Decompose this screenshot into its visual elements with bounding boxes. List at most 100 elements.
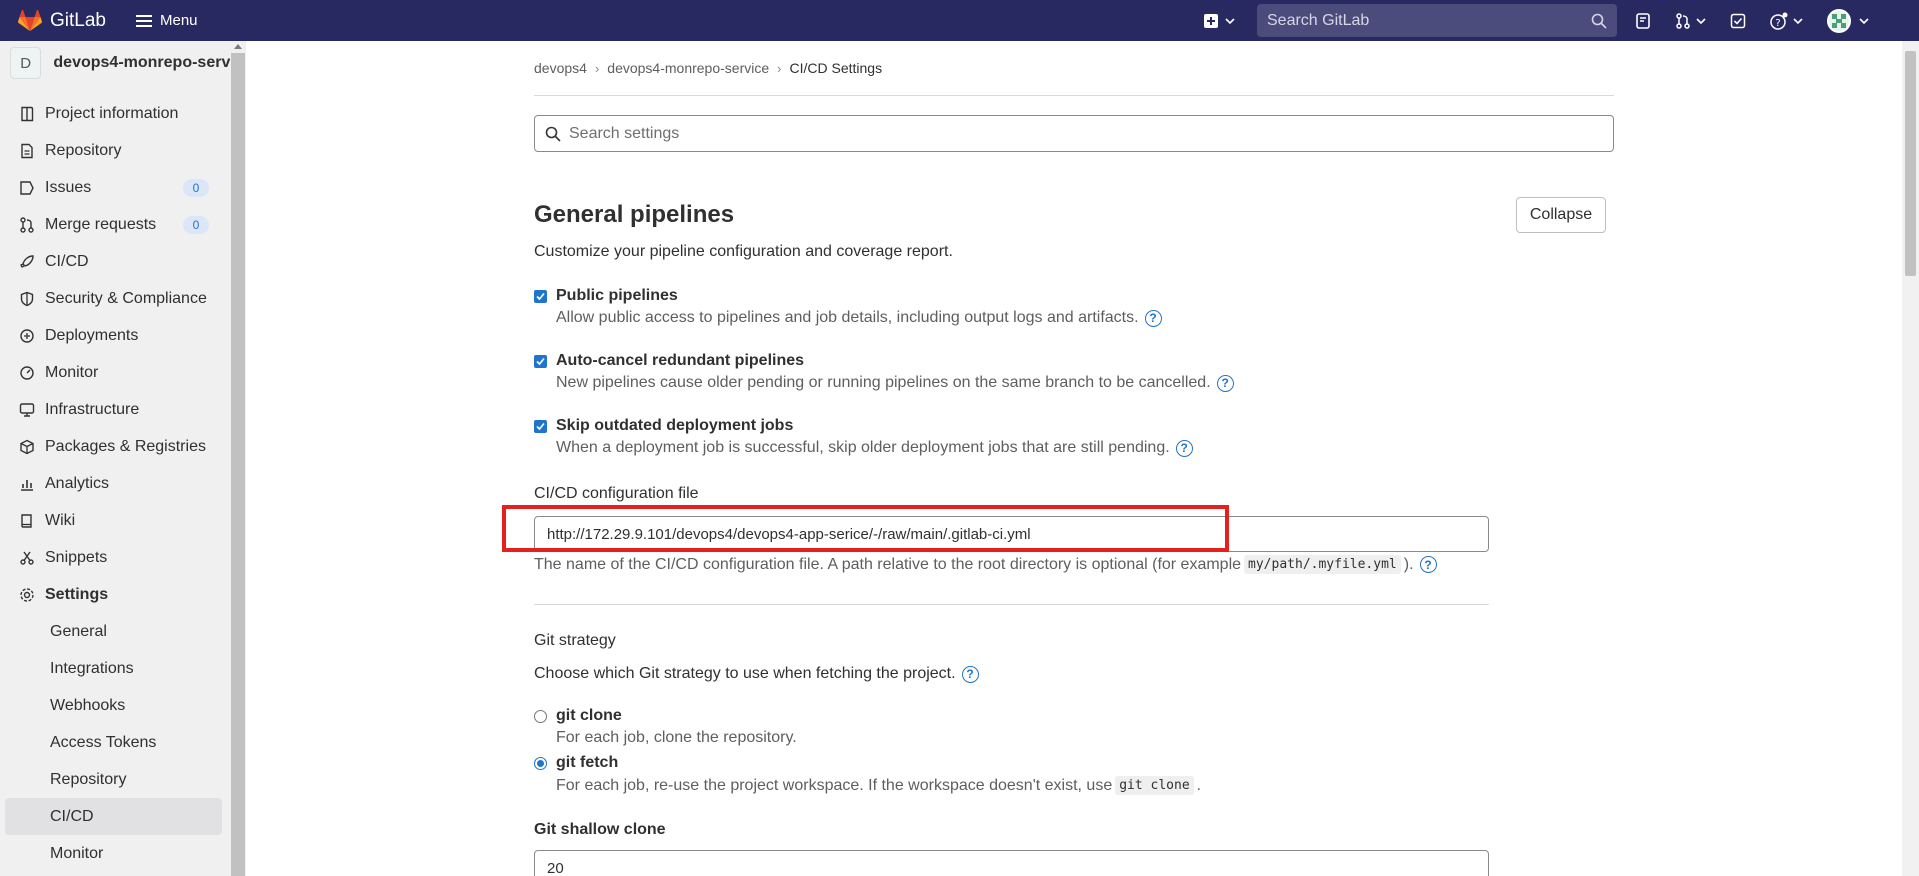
- gitlab-home-link[interactable]: GitLab: [18, 9, 106, 32]
- config-file-input[interactable]: http://172.29.9.101/devops4/devops4-app-…: [534, 516, 1489, 552]
- git-merge-icon: [1676, 12, 1690, 29]
- question-icon[interactable]: ?: [961, 665, 979, 683]
- sidebar-item-label: Packages & Registries: [45, 437, 206, 455]
- config-file-help-suffix: ).: [1403, 555, 1414, 573]
- avatar-pattern-icon: [1832, 13, 1846, 28]
- git-fetch-help: For each job, re-use the project workspa…: [556, 776, 1201, 795]
- question-icon[interactable]: ?: [1175, 439, 1193, 457]
- sidebar-subitem-ci-cd[interactable]: CI/CD: [5, 798, 222, 835]
- question-icon[interactable]: ?: [1216, 374, 1234, 392]
- sidebar-item-label: Analytics: [45, 474, 110, 492]
- issues-nav-button[interactable]: [1635, 12, 1651, 29]
- gitlab-logo-icon: [18, 9, 42, 31]
- search-settings-placeholder: Search settings: [569, 124, 680, 142]
- public-pipelines-help: Allow public access to pipelines and job…: [556, 309, 1162, 327]
- shallow-clone-input[interactable]: 20: [534, 850, 1489, 876]
- merge-requests-nav-button[interactable]: [1675, 12, 1706, 29]
- auto-cancel-label[interactable]: Auto-cancel redundant pipelines: [556, 352, 1234, 370]
- skip-outdated-label[interactable]: Skip outdated deployment jobs: [556, 417, 1193, 435]
- git-fetch-help-suffix: .: [1196, 776, 1202, 794]
- config-file-help-prefix: The name of the CI/CD configuration file…: [534, 555, 1242, 573]
- git-fetch-radio[interactable]: [534, 757, 547, 770]
- breadcrumb-group[interactable]: devops4: [534, 60, 587, 76]
- sidebar-item-merge-requests[interactable]: Merge requests 0: [0, 206, 230, 243]
- chart-icon: [21, 479, 33, 491]
- checkmark-icon: [536, 292, 545, 301]
- search-settings-input[interactable]: Search settings: [534, 115, 1614, 152]
- sidebar-item-label: Wiki: [45, 511, 76, 529]
- sidebar-item-ci-cd[interactable]: CI/CD: [0, 243, 230, 280]
- sidebar-subitem-integrations[interactable]: Integrations: [5, 650, 222, 687]
- new-dropdown-button[interactable]: [1203, 13, 1235, 29]
- shield-icon: [20, 291, 34, 306]
- project-sidebar: D devops4-monrepo-serv. Project informat…: [0, 41, 246, 876]
- breadcrumb-current[interactable]: CI/CD Settings: [789, 60, 882, 76]
- collapse-button[interactable]: Collapse: [1516, 197, 1606, 233]
- sidebar-item-settings[interactable]: Settings: [0, 576, 230, 613]
- public-pipelines-checkbox[interactable]: [534, 290, 547, 303]
- sidebar-subitem-monitor[interactable]: Monitor: [5, 835, 222, 872]
- page-scrollbar[interactable]: [1902, 41, 1919, 876]
- sidebar-subitem-general[interactable]: General: [5, 613, 222, 650]
- breadcrumb-project[interactable]: devops4-monrepo-service: [607, 60, 769, 76]
- todos-nav-button[interactable]: [1730, 13, 1746, 29]
- help-nav-button[interactable]: ?: [1770, 12, 1803, 30]
- public-pipelines-help-text: Allow public access to pipelines and job…: [556, 309, 1139, 326]
- git-fetch-label[interactable]: git fetch: [556, 754, 1201, 772]
- sidebar-item-snippets[interactable]: Snippets: [0, 539, 230, 576]
- cloud-icon: [19, 402, 35, 417]
- sidebar-item-label: Merge requests: [45, 215, 157, 233]
- section-divider: [534, 604, 1489, 605]
- git-fetch-help-prefix: For each job, re-use the project workspa…: [556, 776, 1113, 794]
- git-merge-icon: [20, 216, 34, 233]
- package-icon: [20, 439, 34, 454]
- sidebar-item-infrastructure[interactable]: Infrastructure: [0, 391, 230, 428]
- question-icon[interactable]: ?: [1144, 309, 1162, 327]
- sidebar-item-monitor[interactable]: Monitor: [0, 354, 230, 391]
- skip-outdated-help-text: When a deployment job is successful, ski…: [556, 439, 1170, 456]
- skip-outdated-option: Skip outdated deployment jobs When a dep…: [534, 417, 1193, 457]
- todo-done-icon: [1730, 13, 1746, 28]
- sidebar-subitem-webhooks[interactable]: Webhooks: [5, 687, 222, 724]
- sidebar-subitem-access-tokens[interactable]: Access Tokens: [5, 724, 222, 761]
- sidebar-scrollbar-thumb[interactable]: [231, 53, 245, 876]
- sidebar-item-project-information[interactable]: Project information: [0, 95, 230, 132]
- sidebar-item-label: Infrastructure: [45, 400, 140, 418]
- sidebar-item-deployments[interactable]: Deployments: [0, 317, 230, 354]
- search-icon: [1591, 13, 1607, 29]
- git-clone-option: git clone For each job, clone the reposi…: [534, 707, 797, 747]
- sidebar-subitem-repository[interactable]: Repository: [5, 761, 222, 798]
- git-fetch-help-code: git clone: [1115, 776, 1194, 795]
- user-avatar: [1827, 8, 1851, 33]
- rocket-icon: [20, 254, 34, 268]
- public-pipelines-label[interactable]: Public pipelines: [556, 287, 1162, 305]
- user-menu-button[interactable]: [1827, 8, 1869, 33]
- search-icon: [545, 126, 561, 142]
- sidebar-item-wiki[interactable]: Wiki: [0, 502, 230, 539]
- sidebar-item-issues[interactable]: Issues 0: [0, 169, 230, 206]
- sidebar-item-repository[interactable]: Repository: [0, 132, 230, 169]
- sidebar-item-analytics[interactable]: Analytics: [0, 465, 230, 502]
- auto-cancel-checkbox[interactable]: [534, 355, 547, 368]
- main-content: devops4 › devops4-monrepo-service › CI/C…: [534, 41, 1614, 457]
- checkmark-icon: [536, 422, 545, 431]
- git-clone-radio[interactable]: [534, 710, 547, 723]
- git-clone-label[interactable]: git clone: [556, 707, 797, 725]
- breadcrumb: devops4 › devops4-monrepo-service › CI/C…: [534, 41, 1614, 96]
- scroll-up-arrow-icon[interactable]: [234, 44, 242, 49]
- sidebar-item-label: Security & Compliance: [45, 289, 207, 307]
- chevron-right-icon: ›: [777, 60, 782, 76]
- issues-icon: [20, 180, 34, 195]
- sidebar-item-label: Settings: [45, 585, 109, 603]
- monitor-icon: [20, 365, 34, 380]
- sidebar-item-label: Repository: [45, 141, 122, 159]
- sidebar-item-security[interactable]: Security & Compliance: [0, 280, 230, 317]
- question-icon[interactable]: ?: [1419, 556, 1437, 573]
- global-search-input[interactable]: Search GitLab: [1257, 4, 1617, 37]
- project-header-link[interactable]: D devops4-monrepo-serv.: [0, 41, 230, 85]
- skip-outdated-checkbox[interactable]: [534, 420, 547, 433]
- sidebar-scrollbar[interactable]: [230, 41, 246, 876]
- sidebar-item-packages[interactable]: Packages & Registries: [0, 428, 230, 465]
- menu-button[interactable]: Menu: [135, 12, 198, 29]
- page-scrollbar-thumb[interactable]: [1905, 51, 1916, 276]
